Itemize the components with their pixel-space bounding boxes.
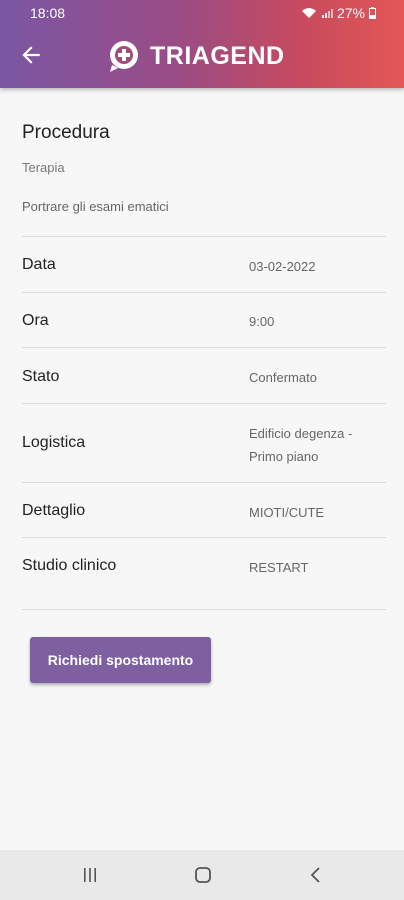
brand-name: TRIAGEND — [150, 41, 285, 70]
signal-icon — [321, 9, 333, 18]
detail-label-dettaglio: Dettaglio — [22, 502, 86, 519]
recent-apps-icon[interactable] — [80, 865, 100, 885]
detail-value-data: 03-02-2022 — [249, 259, 316, 274]
procedure-type: Terapia — [22, 160, 65, 175]
detail-label-studio-clinico: Studio clinico — [22, 557, 117, 574]
divider — [22, 236, 386, 237]
detail-value-logistica-line2: Primo piano — [249, 449, 319, 464]
request-reschedule-button[interactable]: Richiedi spostamento — [30, 637, 211, 683]
detail-label-stato: Stato — [22, 368, 60, 385]
back-arrow-icon[interactable] — [18, 42, 44, 68]
logo-chat-plus-icon — [110, 41, 138, 72]
home-icon[interactable] — [193, 865, 213, 885]
battery-icon — [369, 7, 376, 19]
detail-value-logistica-line1: Edificio degenza - — [249, 426, 353, 441]
divider — [22, 609, 386, 610]
divider — [22, 403, 386, 404]
battery-percent: 27% — [336, 5, 365, 21]
wifi-icon — [301, 8, 316, 18]
divider — [22, 537, 386, 538]
divider — [22, 347, 386, 348]
divider — [22, 292, 386, 293]
app-header: 18:08 27% TRIAGEND — [0, 0, 404, 88]
brand-logo: TRIAGEND — [106, 38, 285, 74]
detail-label-data: Data — [22, 256, 56, 273]
divider — [22, 482, 386, 483]
detail-label-ora: Ora — [22, 312, 49, 329]
detail-value-dettaglio: MIOTI/CUTE — [249, 505, 325, 520]
status-icons: 27% — [301, 5, 376, 21]
detail-label-logistica: Logistica — [22, 434, 86, 451]
detail-value-studio-clinico: RESTART — [249, 560, 309, 575]
status-time: 18:08 — [30, 5, 66, 21]
page-title: Procedura — [22, 122, 110, 143]
status-bar: 18:08 27% — [0, 0, 404, 26]
detail-value-stato: Confermato — [249, 370, 317, 385]
procedure-description: Portrare gli esami ematici — [22, 199, 169, 214]
detail-value-ora: 9:00 — [249, 314, 275, 329]
back-nav-icon[interactable] — [306, 865, 326, 885]
system-navigation-bar — [0, 850, 404, 900]
